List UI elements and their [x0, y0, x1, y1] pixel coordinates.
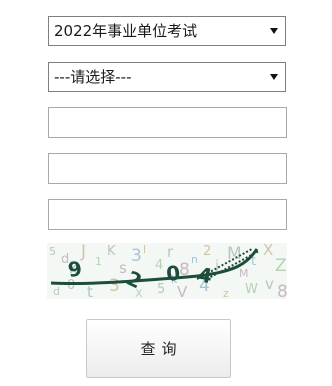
- captcha-noise-char: 5: [49, 245, 56, 258]
- captcha-glyph: 4: [196, 262, 214, 288]
- captcha-noise-char: 5: [157, 282, 165, 297]
- captcha-image[interactable]: 5dkJ1Ks3l4r8n2iMMtXZd0t3X5V4zWv8k 9204: [47, 243, 287, 299]
- query-button[interactable]: 查询: [86, 319, 231, 378]
- captcha-noise-char: n: [191, 253, 198, 266]
- captcha-noise-char: 3: [109, 276, 120, 296]
- captcha-noise-char: 1: [95, 255, 102, 268]
- captcha-graphic: 5d kJ 1Ks3 l4r8n2iMMtXZd 0 t 3 X 5 V 4 z Wv 8k 9204: [49, 243, 287, 299]
- captcha-noise-char: v: [265, 275, 274, 293]
- captcha-noise-char: J: [80, 243, 86, 262]
- captcha-noise-char: V: [177, 283, 188, 299]
- captcha-noise-char: l: [143, 243, 146, 256]
- chevron-down-icon: [270, 28, 278, 34]
- query-form: 2022年事业单位考试 ---请选择--- 5dkJ1Ks3l4r8n2iMMt…: [0, 0, 332, 386]
- category-select-value: ---请选择---: [54, 68, 132, 86]
- captcha-noise-char: Z: [275, 256, 287, 276]
- captcha-noise-char: K: [107, 244, 116, 259]
- captcha-input[interactable]: [48, 199, 287, 230]
- input-field-2[interactable]: [48, 153, 287, 184]
- captcha-noise-char: 4: [155, 258, 163, 273]
- captcha-noise-char: X: [263, 243, 273, 259]
- captcha-noise-char: 2: [203, 244, 211, 259]
- exam-select-value: 2022年事业单位考试: [54, 22, 198, 40]
- captcha-noise-char: 3: [131, 246, 142, 266]
- captcha-noise-char: s: [119, 259, 127, 277]
- exam-select[interactable]: 2022年事业单位考试: [48, 16, 286, 46]
- captcha-noise-char: 8: [277, 282, 287, 299]
- chevron-down-icon: [270, 74, 278, 80]
- captcha-noise-char: W: [245, 282, 258, 297]
- captcha-glyph: 0: [165, 261, 181, 286]
- captcha-noise-char: r: [167, 243, 174, 261]
- captcha-noise-char: d: [53, 285, 60, 298]
- captcha-noise-char: z: [223, 287, 229, 299]
- captcha-noise-char: t: [87, 283, 93, 299]
- captcha-noise-char: M: [239, 267, 249, 280]
- category-select[interactable]: ---请选择---: [48, 62, 286, 92]
- input-field-1[interactable]: [48, 107, 287, 138]
